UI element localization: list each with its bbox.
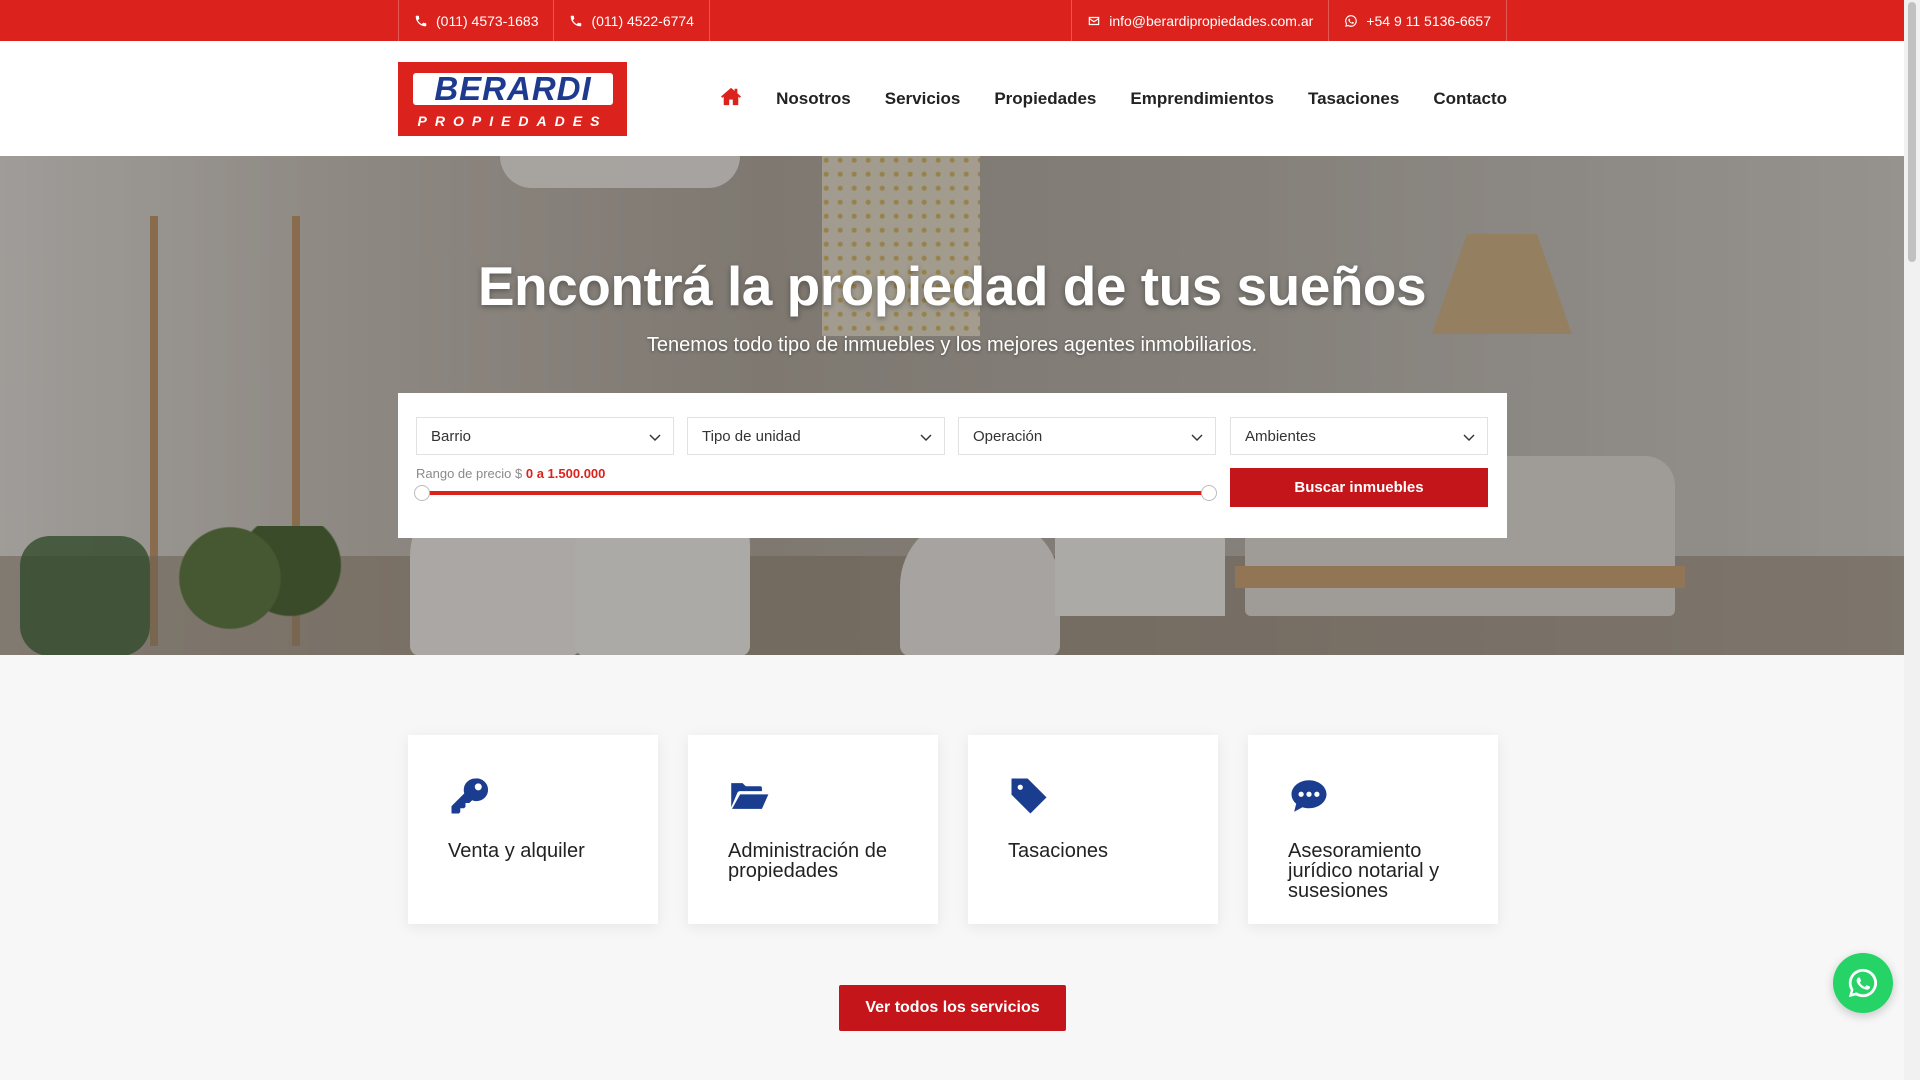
chat-bubble-icon [1288, 775, 1330, 817]
nav-servicios[interactable]: Servicios [885, 89, 961, 109]
topbar-contacts-right: info@berardipropiedades.com.ar +54 9 11 … [1071, 0, 1507, 41]
site-logo[interactable]: BERARDI PROPIEDADES [398, 62, 627, 136]
service-card-tasaciones[interactable]: Tasaciones [968, 735, 1218, 924]
topbar-whatsapp[interactable]: +54 9 11 5136-6657 [1328, 0, 1507, 41]
whatsapp-icon [1344, 14, 1358, 28]
service-card-title: Administración de propiedades [728, 840, 887, 882]
tipo-unidad-select-value: Tipo de unidad [702, 427, 801, 445]
chevron-down-icon [920, 430, 932, 442]
operacion-select-value: Operación [973, 427, 1043, 445]
folder-open-icon [728, 775, 770, 817]
service-card-venta[interactable]: Venta y alquiler [408, 735, 658, 924]
search-button[interactable]: Buscar inmuebles [1230, 468, 1488, 507]
logo-brand-box: BERARDI [413, 70, 613, 107]
price-range-value: 0 a 1.500.000 [525, 466, 606, 481]
service-card-title: Tasaciones [1008, 840, 1109, 862]
topbar-phone-2-text: (011) 4522-6774 [591, 12, 694, 29]
topbar-whatsapp-text: +54 9 11 5136-6657 [1366, 12, 1491, 29]
ambientes-select-value: Ambientes [1245, 427, 1316, 445]
service-card-administracion[interactable]: Administración de propiedades [688, 735, 938, 924]
service-card-title: Asesoramiento jurídico notarial y susesi… [1288, 840, 1440, 902]
main-nav: Nosotros Servicios Propiedades Emprendim… [686, 41, 1507, 156]
tipo-unidad-select[interactable]: Tipo de unidad [687, 417, 945, 455]
price-range-label: Rango de precio $ 0 a 1.500.000 [416, 466, 605, 481]
service-card-title: Venta y alquiler [448, 840, 585, 862]
barrio-select-value: Barrio [431, 427, 472, 445]
property-search-box: Barrio Tipo de unidad Operación Ambiente… [398, 393, 1507, 538]
phone-icon [569, 14, 583, 28]
chevron-down-icon [1463, 430, 1475, 442]
scrollbar-thumb[interactable] [1908, 2, 1916, 262]
hero-section: Encontrá la propiedad de tus sueños Tene… [0, 156, 1904, 655]
tag-icon [1008, 775, 1050, 817]
topbar: (011) 4573-1683 (011) 4522-6774 info@ber… [0, 0, 1920, 41]
ver-todos-servicios-button[interactable]: Ver todos los servicios [839, 985, 1066, 1031]
whatsapp-icon [1848, 968, 1878, 998]
topbar-phone-1-text: (011) 4573-1683 [436, 12, 539, 29]
chevron-down-icon [1191, 430, 1203, 442]
topbar-contacts-left: (011) 4573-1683 (011) 4522-6774 [398, 0, 710, 41]
home-icon [720, 86, 742, 106]
whatsapp-float-button[interactable] [1833, 953, 1893, 1013]
nav-nosotros[interactable]: Nosotros [776, 89, 851, 109]
logo-brand-text: BERARDI [434, 70, 592, 107]
nav-home[interactable] [720, 86, 742, 111]
ambientes-select[interactable]: Ambientes [1230, 417, 1488, 455]
topbar-phone-1[interactable]: (011) 4573-1683 [398, 0, 553, 41]
price-range-max-handle[interactable] [1201, 485, 1217, 501]
hero-subtitle: Tenemos todo tipo de inmuebles y los mej… [646, 334, 1258, 356]
hero-title: Encontrá la propiedad de tus sueños [477, 255, 1427, 317]
nav-contacto[interactable]: Contacto [1433, 89, 1507, 109]
logo-sub-text: PROPIEDADES [417, 113, 608, 129]
phone-icon [414, 14, 428, 28]
topbar-email[interactable]: info@berardipropiedades.com.ar [1071, 0, 1328, 41]
nav-emprendimientos[interactable]: Emprendimientos [1130, 89, 1274, 109]
topbar-email-text: info@berardipropiedades.com.ar [1109, 12, 1314, 29]
site-header: BERARDI PROPIEDADES Nosotros Servicios P… [0, 41, 1920, 156]
barrio-select[interactable]: Barrio [416, 417, 674, 455]
nav-tasaciones[interactable]: Tasaciones [1308, 89, 1399, 109]
operacion-select[interactable]: Operación [958, 417, 1216, 455]
chevron-down-icon [649, 430, 661, 442]
price-range-min-handle[interactable] [414, 485, 430, 501]
key-icon [448, 775, 490, 817]
price-range-track[interactable] [422, 491, 1208, 495]
envelope-icon [1087, 14, 1101, 28]
nav-propiedades[interactable]: Propiedades [994, 89, 1096, 109]
price-range-label-text: Rango de precio $ [416, 466, 523, 481]
topbar-phone-2[interactable]: (011) 4522-6774 [553, 0, 710, 41]
service-card-asesoramiento[interactable]: Asesoramiento jurídico notarial y susesi… [1248, 735, 1498, 924]
page-scrollbar[interactable] [1904, 0, 1920, 1080]
